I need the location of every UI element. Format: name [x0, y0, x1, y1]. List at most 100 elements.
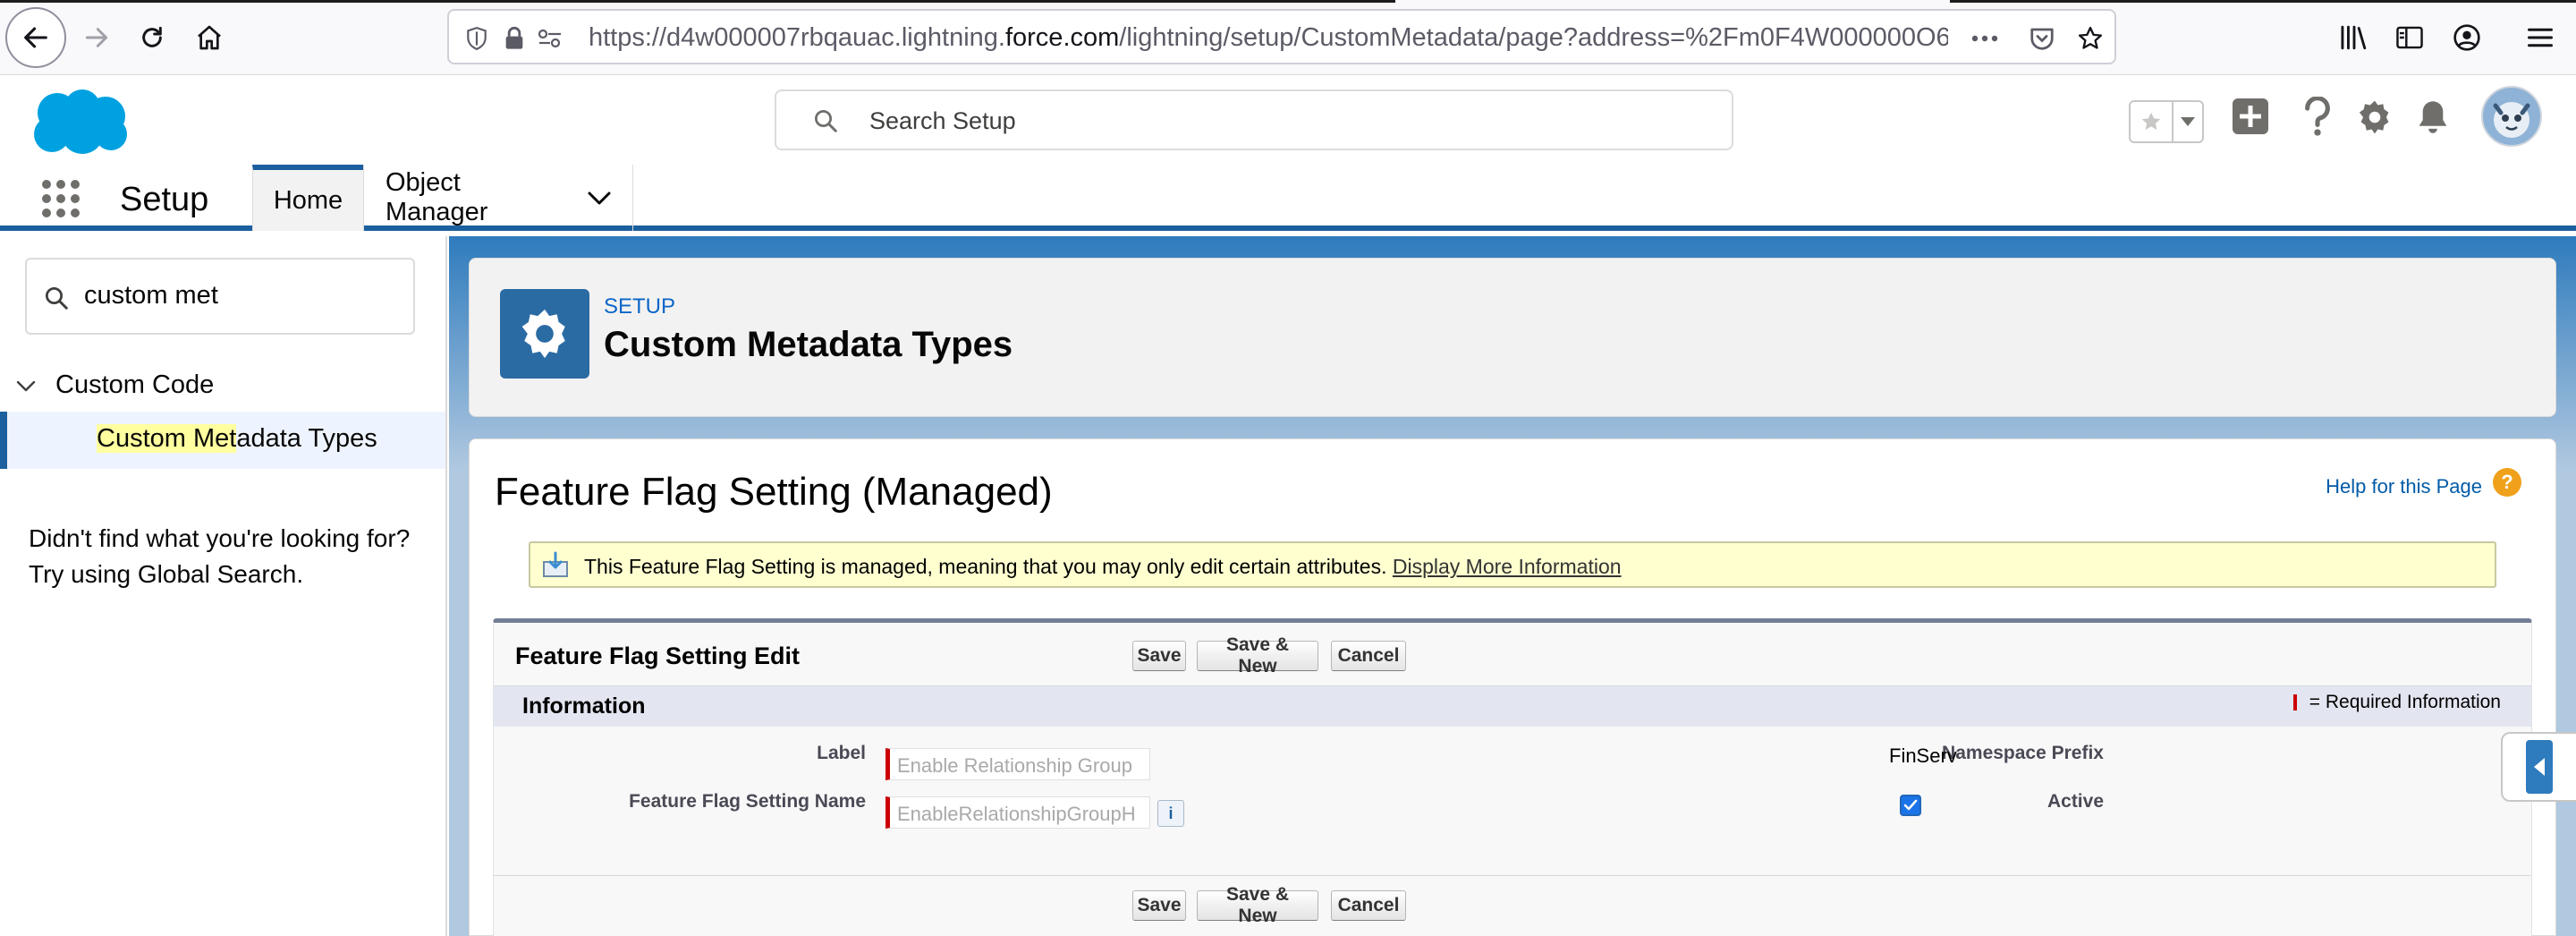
- information-section-header: Information = Required Information: [494, 685, 2531, 727]
- lock-icon[interactable]: [499, 23, 530, 54]
- label-field-value: Enable Relationship Group: [897, 754, 1132, 777]
- tree-item-label: Custom Metadata Types: [97, 424, 377, 454]
- favorites-group[interactable]: [2129, 100, 2204, 143]
- chevron-down-icon[interactable]: [16, 370, 36, 400]
- favorites-dropdown-icon[interactable]: [2174, 102, 2202, 141]
- arrow-left-icon: [24, 27, 47, 48]
- search-icon: [812, 107, 839, 139]
- record-edit-card: Feature Flag Setting (Managed) Help for …: [469, 438, 2556, 936]
- url-text[interactable]: https://d4w000007rbqauac.lightning.force…: [589, 23, 1948, 53]
- plus-icon: [2233, 98, 2268, 134]
- tracking-shield-icon[interactable]: [462, 23, 492, 54]
- active-label: Active: [2046, 791, 2104, 812]
- utility-panel-toggle[interactable]: [2501, 732, 2576, 802]
- app-launcher-button[interactable]: [41, 179, 80, 223]
- chevron-down-icon[interactable]: [588, 183, 611, 213]
- sidebar-toggle-button[interactable]: [2383, 11, 2436, 64]
- search-match-highlight: Custom Met: [97, 424, 237, 453]
- name-field-label: Feature Flag Setting Name: [629, 791, 866, 812]
- namespace-prefix-label: Namespace Prefix: [1942, 743, 2104, 763]
- permissions-icon[interactable]: [535, 23, 565, 54]
- hamburger-icon: [2528, 28, 2553, 47]
- label-field-input[interactable]: Enable Relationship Group: [886, 748, 1150, 780]
- namespace-prefix-value: FinServ: [1889, 745, 1957, 767]
- global-header: Search Setup: [0, 75, 2576, 165]
- name-field-input[interactable]: EnableRelationshipGroupH: [886, 796, 1150, 829]
- required-legend: = Required Information: [2292, 692, 2501, 713]
- active-checkbox[interactable]: [1900, 795, 1921, 816]
- setup-gear-icon: [500, 289, 589, 379]
- home-button[interactable]: [182, 11, 236, 64]
- reload-button[interactable]: [125, 11, 179, 64]
- arrow-right-icon: [85, 28, 108, 47]
- bookmark-star-icon[interactable]: [2075, 23, 2106, 54]
- browser-toolbar: https://d4w000007rbqauac.lightning.force…: [0, 0, 2576, 75]
- app-navigation-bar: Setup Home Object Manager: [0, 165, 2576, 231]
- help-question-icon[interactable]: ?: [2493, 468, 2521, 497]
- notifications-button[interactable]: [2415, 98, 2451, 136]
- cancel-button-bottom[interactable]: Cancel: [1331, 890, 1406, 921]
- page-header: SETUP Custom Metadata Types: [469, 258, 2556, 417]
- pocket-icon[interactable]: [2027, 23, 2057, 54]
- setup-gear-button[interactable]: [2356, 98, 2394, 136]
- save-new-button-top[interactable]: Save & New: [1197, 634, 1318, 676]
- label-field-label: Label: [817, 743, 866, 763]
- edit-form: Feature Flag Setting Edit Save Save & Ne…: [493, 618, 2532, 936]
- save-new-button-bottom[interactable]: Save & New: [1197, 884, 1318, 926]
- favorite-star-icon[interactable]: [2131, 102, 2174, 141]
- app-menu-button[interactable]: [2513, 11, 2567, 64]
- managed-info-text: This Feature Flag Setting is managed, me…: [584, 555, 1622, 578]
- salesforce-logo[interactable]: [27, 88, 132, 164]
- help-button[interactable]: [2302, 97, 2333, 138]
- managed-info-message: This Feature Flag Setting is managed, me…: [529, 541, 2496, 588]
- page-title: Custom Metadata Types: [604, 325, 1013, 364]
- managed-package-icon: [541, 551, 570, 584]
- edit-form-footer: Save Save & New Cancel: [494, 875, 2531, 936]
- address-bar[interactable]: https://d4w000007rbqauac.lightning.force…: [447, 9, 2116, 64]
- tab-home-label: Home: [273, 185, 343, 215]
- quick-find-input[interactable]: custom met: [25, 258, 415, 335]
- search-placeholder: Search Setup: [869, 107, 1016, 134]
- tab-object-manager-label: Object Manager: [386, 168, 488, 226]
- gear-icon: [2359, 100, 2389, 134]
- avatar-icon: [2481, 86, 2542, 147]
- edit-form-title: Feature Flag Setting Edit: [515, 642, 801, 669]
- help-for-page-link[interactable]: Help for this Page: [2326, 475, 2482, 498]
- page-actions-icon[interactable]: [1970, 23, 2000, 54]
- checkmark-icon: [1903, 799, 1918, 811]
- tree-item-custom-code-label: Custom Code: [55, 370, 215, 399]
- forward-button[interactable]: [70, 11, 123, 64]
- tab-home[interactable]: Home: [252, 165, 363, 231]
- page-eyebrow: SETUP: [604, 294, 676, 319]
- cancel-button-top[interactable]: Cancel: [1331, 641, 1406, 671]
- tree-item-custom-metadata-types[interactable]: Custom Metadata Types: [0, 412, 445, 469]
- section-title: Information: [522, 693, 646, 719]
- info-icon[interactable]: i: [1157, 800, 1184, 827]
- user-avatar[interactable]: [2481, 86, 2542, 147]
- search-setup-input[interactable]: Search Setup: [775, 89, 1733, 150]
- sidebar-icon: [2396, 26, 2423, 49]
- tab-object-manager[interactable]: Object Manager: [363, 165, 633, 231]
- search-icon: [43, 285, 70, 316]
- back-button[interactable]: [5, 7, 66, 68]
- tab-strip-edge: [0, 0, 2576, 3]
- bell-icon: [2419, 101, 2447, 133]
- reload-icon: [142, 26, 162, 47]
- account-button[interactable]: [2440, 11, 2494, 64]
- required-marker: [2292, 694, 2297, 711]
- setup-sidebar: custom met Custom Code Custom Metadata T…: [0, 236, 447, 936]
- record-title: Feature Flag Setting (Managed): [495, 470, 1053, 514]
- global-actions-button[interactable]: [2231, 97, 2270, 136]
- library-button[interactable]: [2327, 11, 2381, 64]
- display-more-information-link[interactable]: Display More Information: [1393, 555, 1622, 578]
- library-icon: [2341, 25, 2367, 50]
- save-button-top[interactable]: Save: [1132, 641, 1186, 671]
- app-launcher-icon: [42, 180, 80, 217]
- save-button-bottom[interactable]: Save: [1132, 890, 1186, 921]
- name-field-value: EnableRelationshipGroupH: [897, 803, 1136, 825]
- tree-item-custom-code[interactable]: Custom Code: [16, 367, 214, 403]
- home-icon: [198, 25, 221, 50]
- tree-item-label-rest: adata Types: [236, 424, 377, 453]
- app-name: Setup: [120, 181, 209, 218]
- question-icon: [2305, 97, 2330, 136]
